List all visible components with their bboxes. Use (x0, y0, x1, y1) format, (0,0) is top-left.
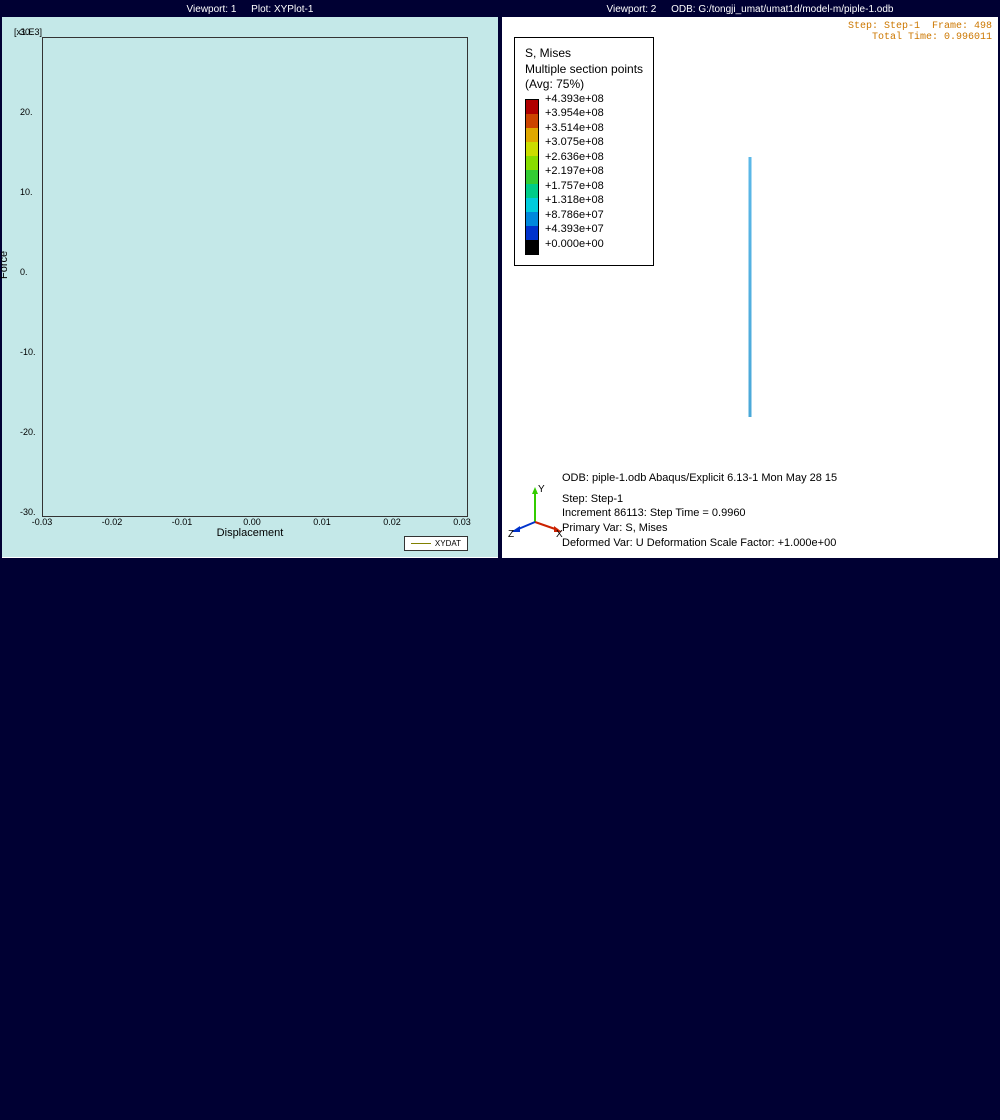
colorbar-value: +2.197e+08 (545, 164, 604, 179)
status-block: Step: Step-1 Frame: 498 Total Time: 0.99… (848, 21, 992, 43)
colorbar-segment (526, 128, 538, 142)
colorbar-value: +8.786e+07 (545, 208, 604, 223)
colorbar-value: +3.954e+08 (545, 106, 604, 121)
chart-canvas (42, 37, 468, 517)
legend-var: S, Mises (525, 46, 643, 62)
colorbar-segment (526, 170, 538, 184)
plot-legend[interactable]: XYDAT (404, 536, 468, 551)
triad-y-label: Y (538, 484, 545, 495)
vp1-plot-label: Plot: XYPlot-1 (251, 4, 313, 15)
viewport-2-header: Viewport: 2 ODB: G:/tongji_umat/umat1d/m… (502, 2, 998, 17)
colorbar-value: +2.636e+08 (545, 150, 604, 165)
y-tick: 30. (20, 27, 33, 37)
app-container: Viewport: 1 Plot: XYPlot-1 [x1.E3] Force… (0, 0, 1000, 560)
x-tick: 0.01 (313, 517, 331, 527)
colorbar-segment (526, 100, 538, 114)
footer-step: Step: Step-1 (562, 492, 837, 507)
x-tick: -0.02 (102, 517, 123, 527)
x-tick: 0.02 (383, 517, 401, 527)
status-step: Step: Step-1 (848, 21, 920, 32)
footer-deformed-var: Deformed Var: U Deformation Scale Factor… (562, 536, 837, 551)
legend-line-icon (411, 543, 431, 544)
xy-plot-area[interactable]: [x1.E3] Force Displacement -0.03 -0.02 -… (2, 17, 498, 557)
hysteresis-curve (42, 37, 468, 1120)
legend-sub: Multiple section points (525, 62, 643, 78)
colorbar-segment (526, 156, 538, 170)
colorbar-segment (526, 184, 538, 198)
colorbar-segment (526, 142, 538, 156)
x-tick: 0.03 (453, 517, 471, 527)
colorbar-segment (526, 212, 538, 226)
y-tick: 0. (20, 267, 28, 277)
x-tick: 0.00 (243, 517, 261, 527)
colorbar-value: +4.393e+08 (545, 92, 604, 107)
viewport-1-header: Viewport: 1 Plot: XYPlot-1 (2, 2, 498, 17)
viewport-2[interactable]: Viewport: 2 ODB: G:/tongji_umat/umat1d/m… (500, 0, 1000, 560)
legend-avg: (Avg: 75%) (525, 77, 643, 93)
y-tick: 10. (20, 187, 33, 197)
colorbar-value: +3.514e+08 (545, 121, 604, 136)
status-time: Total Time: 0.996011 (848, 32, 992, 43)
colorbar-value: +1.318e+08 (545, 193, 604, 208)
state-block: ODB: piple-1.odb Abaqus/Explicit 6.13-1 … (562, 471, 837, 551)
footer-primary-var: Primary Var: S, Mises (562, 521, 837, 536)
view-triad[interactable]: Y X Z (508, 482, 563, 537)
status-frame: Frame: 498 (932, 21, 992, 32)
x-tick: -0.03 (32, 517, 53, 527)
contour-legend[interactable]: S, Mises Multiple section points (Avg: 7… (514, 37, 654, 266)
vp1-label: Viewport: 1 (187, 4, 237, 15)
colorbar-value: +4.393e+07 (545, 222, 604, 237)
colorbar-segment (526, 114, 538, 128)
y-tick: -30. (20, 507, 36, 517)
legend-entry: XYDAT (435, 539, 461, 548)
footer-odb: ODB: piple-1.odb Abaqus/Explicit 6.13-1 … (562, 471, 837, 486)
legend-title: S, Mises Multiple section points (Avg: 7… (525, 46, 643, 93)
y-tick: -10. (20, 347, 36, 357)
colorbar-value: +1.757e+08 (545, 179, 604, 194)
x-tick: -0.01 (172, 517, 193, 527)
y-tick: 20. (20, 107, 33, 117)
vp2-odb-label: ODB: G:/tongji_umat/umat1d/model-m/piple… (671, 4, 893, 15)
vp2-label: Viewport: 2 (607, 4, 657, 15)
colorbar-labels: +4.393e+08+3.954e+08+3.514e+08+3.075e+08… (545, 92, 604, 252)
viewport-1[interactable]: Viewport: 1 Plot: XYPlot-1 [x1.E3] Force… (0, 0, 500, 560)
footer-increment: Increment 86113: Step Time = 0.9960 (562, 506, 837, 521)
triad-z-label: Z (508, 529, 514, 537)
colorbar (525, 99, 539, 255)
colorbar-value: +0.000e+00 (545, 237, 604, 252)
colorbar-segment (526, 198, 538, 212)
odb-view-area[interactable]: Step: Step-1 Frame: 498 Total Time: 0.99… (502, 17, 998, 557)
colorbar-value: +3.075e+08 (545, 135, 604, 150)
y-axis-label: Force (0, 251, 10, 279)
y-tick: -20. (20, 427, 36, 437)
deformed-model[interactable] (749, 157, 752, 417)
colorbar-segment (526, 240, 538, 254)
colorbar-segment (526, 226, 538, 240)
